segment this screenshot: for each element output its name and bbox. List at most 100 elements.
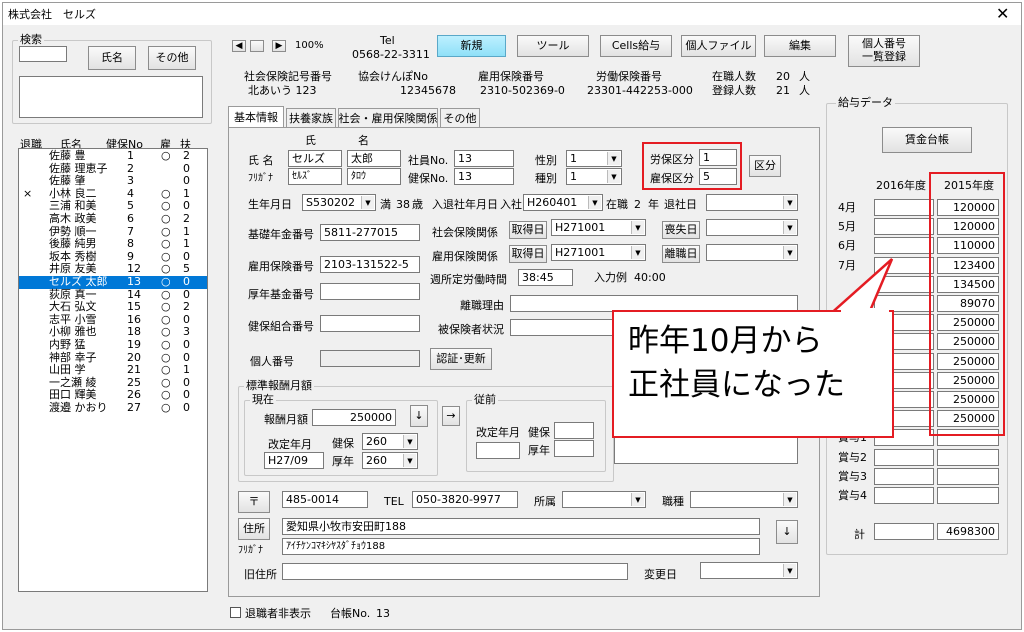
address-kana-input[interactable]: ｱｲﾁｹﾝｺﾏｷｼﾔｽﾀﾞﾁｮｳ188	[282, 538, 760, 555]
sei-input[interactable]: セルズ	[288, 150, 342, 167]
search-other-button[interactable]: その他	[148, 46, 196, 70]
kiso-input[interactable]: 5811-277015	[320, 224, 420, 241]
address-down-button[interactable]: ↓	[776, 520, 798, 544]
jusho-button[interactable]: 住所	[238, 518, 270, 540]
kumiai-input[interactable]	[320, 315, 420, 332]
list-item[interactable]: × 小林 良二 4 ○ 1	[19, 187, 207, 201]
shain-input[interactable]: 13	[454, 150, 514, 167]
shozoku-select[interactable]: ▼	[562, 491, 646, 508]
personal-file-button[interactable]: 個人ファイル	[681, 35, 756, 57]
list-item[interactable]: 高木 政美 6 ○ 2	[19, 212, 207, 226]
tab-basic-info[interactable]: 基本情報	[228, 106, 284, 127]
salary-2016-input[interactable]	[874, 199, 934, 216]
kosei-input[interactable]	[320, 283, 420, 300]
tab-dependents[interactable]: 扶養家族	[286, 108, 336, 127]
kaitei-input[interactable]: H27/09	[264, 452, 324, 469]
edit-button[interactable]: 編集	[764, 35, 836, 57]
koyo-no-input[interactable]: 2103-131522-5	[320, 256, 420, 273]
list-item[interactable]: 佐藤 肇 3 0	[19, 175, 207, 188]
shokushu-select[interactable]: ▼	[690, 491, 798, 508]
list-item[interactable]: 一之瀬 綾 25 ○ 0	[19, 376, 207, 390]
hihoken-input[interactable]	[510, 319, 614, 336]
zip-input[interactable]: 485-0014	[282, 491, 368, 508]
nav-prev-icon[interactable]	[250, 40, 264, 52]
total-2016-input[interactable]	[874, 523, 934, 540]
mei-input[interactable]: 太郎	[347, 150, 401, 167]
ninsho-button[interactable]: 認証･更新	[430, 348, 492, 370]
salary-2015-input[interactable]	[937, 487, 999, 504]
list-item[interactable]: 後藤 純男 8 ○ 1	[19, 238, 207, 251]
kounen-s-select[interactable]: 260 ▼	[362, 452, 418, 469]
address-tel-input[interactable]: 050-3820-9977	[412, 491, 518, 508]
salary-2016-input[interactable]	[874, 467, 934, 485]
soshitsu-select[interactable]: ▼	[706, 219, 798, 236]
list-item[interactable]: 大石 弘文 15 ○ 2	[19, 301, 207, 314]
list-item[interactable]: 神部 幸子 20 ○ 0	[19, 351, 207, 365]
houshu-input[interactable]: 250000	[312, 409, 396, 426]
total-2015-input[interactable]: 4698300	[937, 523, 999, 540]
close-icon[interactable]: ✕	[996, 5, 1009, 23]
list-item[interactable]: 内野 猛 19 ○ 0	[19, 338, 207, 352]
salary-2016-input[interactable]	[874, 237, 934, 255]
list-item[interactable]: 志平 小雪 16 ○ 0	[19, 313, 207, 327]
shotei-input[interactable]: 38:45	[518, 269, 573, 286]
search-input[interactable]	[19, 46, 67, 62]
kenpo-s-select[interactable]: 260 ▼	[362, 433, 418, 450]
list-item[interactable]: 山田 学 21 ○ 1	[19, 364, 207, 377]
list-item[interactable]: 佐藤 理恵子 2 0	[19, 162, 207, 176]
kojin-input[interactable]	[320, 350, 420, 367]
zip-button[interactable]: 〒	[238, 491, 270, 513]
shubetsu-select[interactable]: 1 ▼	[566, 168, 622, 185]
kenpo-no-input[interactable]: 13	[454, 168, 514, 185]
henko-select[interactable]: ▼	[700, 562, 798, 579]
cells-salary-button[interactable]: Cells給与	[600, 35, 672, 57]
nav-next-icon[interactable]: ▶	[272, 40, 286, 52]
salary-2015-input[interactable]	[937, 448, 999, 466]
nav-first-icon[interactable]: ◀	[232, 40, 246, 52]
salary-2016-input[interactable]	[874, 218, 934, 236]
new-button[interactable]: 新規	[437, 35, 506, 57]
shaho-shutoku-button[interactable]: 取得日	[509, 221, 547, 239]
kubun-button[interactable]: 区分	[749, 155, 781, 177]
rishoku-button[interactable]: 離職日	[662, 245, 700, 263]
search-result-box[interactable]	[19, 76, 203, 118]
list-item[interactable]: 三浦 和美 5 ○ 0	[19, 200, 207, 213]
seibetsu-select[interactable]: 1 ▼	[566, 150, 622, 167]
taisha-select[interactable]: ▼	[706, 194, 798, 211]
list-item[interactable]: 坂本 秀樹 9 ○ 0	[19, 250, 207, 264]
list-item[interactable]: 井原 友美 12 ○ 5	[19, 263, 207, 276]
list-item[interactable]: 田口 輝美 26 ○ 0	[19, 389, 207, 402]
list-item[interactable]: 渡邉 かおり 27 ○ 0	[19, 401, 207, 415]
salary-2016-input[interactable]	[874, 448, 934, 466]
mei-kana-input[interactable]: ﾀﾛｳ	[347, 168, 401, 185]
search-name-button[interactable]: 氏名	[88, 46, 136, 70]
koyo-date-select[interactable]: H271001 ▼	[551, 244, 646, 261]
salary-2016-input[interactable]	[874, 487, 934, 504]
jusho-input[interactable]: 愛知県小牧市安田町188	[282, 518, 760, 535]
salary-2015-input[interactable]	[937, 467, 999, 485]
koyo-shutoku-button[interactable]: 取得日	[509, 245, 547, 263]
mynumber-register-button[interactable]: 個人番号 一覧登録	[848, 35, 920, 67]
list-item[interactable]: 荻原 真一 14 ○ 0	[19, 288, 207, 302]
birth-select[interactable]: S530202 ▼	[302, 194, 376, 211]
copy-to-juzen-button[interactable]: →	[442, 406, 460, 426]
soshitsu-button[interactable]: 喪失日	[662, 221, 700, 239]
employee-list[interactable]: 佐藤 豊 1 ○ 2 佐藤 理恵子 2 0 佐藤 肇 3 0 × 小林 良二 4 ○ 1 三浦 和美 5 ○ 0 高木…	[18, 148, 208, 592]
ledger-button[interactable]: 賃金台帳	[882, 127, 972, 153]
nyusha-select[interactable]: H260401 ▼	[523, 194, 603, 211]
list-item[interactable]: 小柳 雅也 18 ○ 3	[19, 326, 207, 339]
tab-insurance[interactable]: 社会・雇用保険関係	[338, 108, 438, 127]
retired-hide-checkbox[interactable]: 退職者非表示	[230, 607, 311, 621]
houshu-down-button[interactable]: ↓	[410, 405, 428, 427]
tab-other[interactable]: その他	[440, 108, 480, 127]
tool-button[interactable]: ツール	[517, 35, 589, 57]
juzen-kenpo-input[interactable]	[554, 422, 594, 439]
juzen-kounen-input[interactable]	[554, 440, 594, 457]
list-item[interactable]: 伊勢 順一 7 ○ 1	[19, 225, 207, 239]
list-item[interactable]: セルズ 太郎 13 ○ 0	[19, 275, 207, 289]
old-address-input[interactable]	[282, 563, 628, 580]
list-item[interactable]: 佐藤 豊 1 ○ 2	[19, 149, 207, 163]
sei-kana-input[interactable]: ｾﾙｽﾞ	[288, 168, 342, 185]
juzen-kaitei-input[interactable]	[476, 442, 520, 459]
shaho-date-select[interactable]: H271001 ▼	[551, 219, 646, 236]
